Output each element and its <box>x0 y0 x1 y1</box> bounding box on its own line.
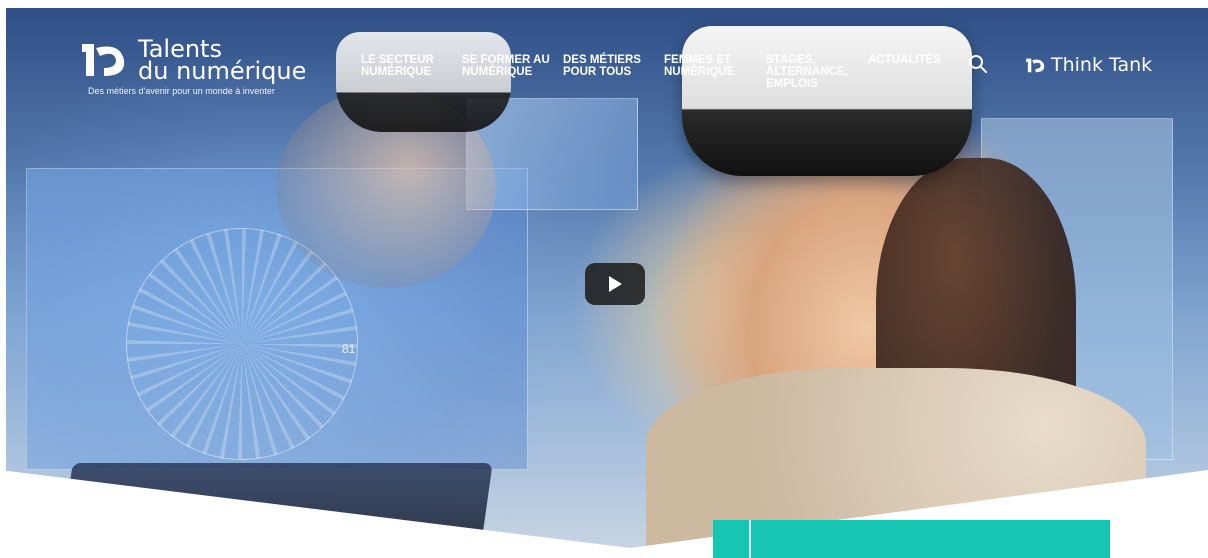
cta-divider <box>749 520 751 558</box>
site-logo[interactable]: Talents du numérique <box>80 37 307 85</box>
nav-label-line: POUR TOUS <box>563 66 632 78</box>
video-play-button[interactable] <box>585 263 645 305</box>
nav-label-line: ACTUALITÉS <box>868 54 941 66</box>
logo-text: Talents du numérique <box>138 37 307 85</box>
think-tank-link[interactable]: Think Tank <box>1025 54 1152 76</box>
nav-item-stages-alternance-emplois[interactable]: STAGES, ALTERNANCE, EMPLOIS <box>766 54 848 90</box>
nav-label-line: NUMÉRIQUE <box>361 66 432 78</box>
nav-label-line: NUMÉRIQUE <box>664 66 735 78</box>
nav-item-actualites[interactable]: ACTUALITÉS <box>868 54 941 66</box>
play-icon <box>609 276 622 292</box>
nav-label-line: LE SECTEUR <box>361 54 434 66</box>
nav-label-line: ALTERNANCE, <box>766 66 848 78</box>
nav-label-line: DES MÉTIERS <box>563 54 641 66</box>
site-tagline: Des métiers d'avenir pour un monde à inv… <box>88 86 275 96</box>
think-tank-label: Think Tank <box>1051 54 1153 76</box>
talents-logo-icon <box>82 44 125 76</box>
teal-cta-block[interactable] <box>713 520 1110 558</box>
hero-overlay-number: 81 <box>342 342 356 356</box>
vr-headset <box>682 26 972 176</box>
nav-item-metiers-pour-tous[interactable]: DES MÉTIERS POUR TOUS <box>563 54 641 78</box>
nav-label-line: FEMMES ET <box>664 54 732 66</box>
logo-line2: du numérique <box>138 57 307 85</box>
think-tank-logo-icon <box>1026 58 1045 73</box>
nav-label-line: STAGES, <box>766 54 816 66</box>
nav-item-femmes-numerique[interactable]: FEMMES ET NUMÉRIQUE <box>664 54 734 78</box>
nav-label-line: EMPLOIS <box>766 78 818 90</box>
nav-item-secteur-numerique[interactable]: LE SECTEUR NUMÉRIQUE <box>361 54 434 78</box>
nav-label-line: NUMÉRIQUE <box>462 66 533 78</box>
nav-label-line: SE FORMER AU <box>462 54 550 66</box>
search-icon[interactable] <box>968 54 988 74</box>
background-vr-headset <box>336 32 511 132</box>
nav-item-se-former[interactable]: SE FORMER AU NUMÉRIQUE <box>462 54 550 78</box>
page: 81 Talents du numérique Des métiers d'av… <box>0 0 1208 558</box>
